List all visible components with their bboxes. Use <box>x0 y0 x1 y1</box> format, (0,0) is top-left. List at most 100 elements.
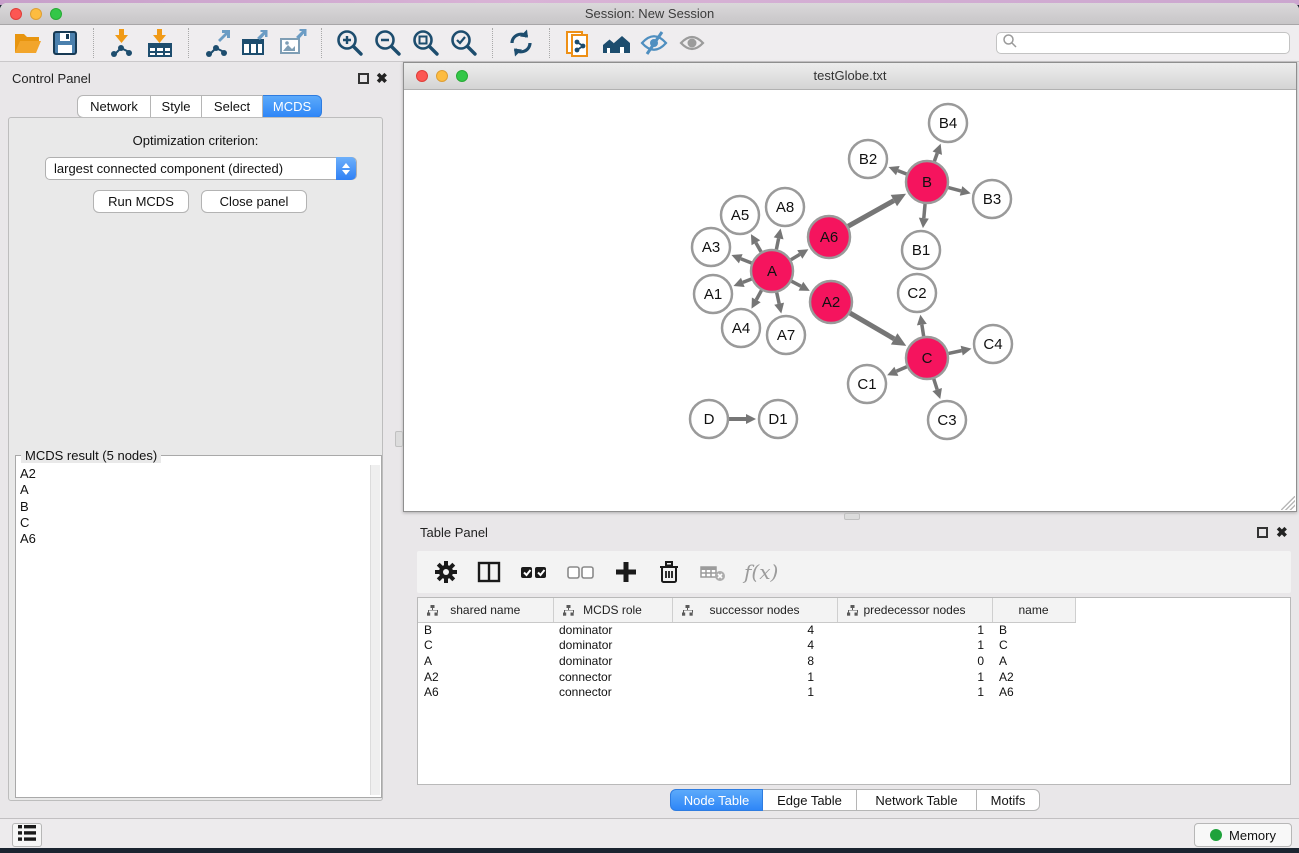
network-edge[interactable] <box>791 254 800 259</box>
network-edge[interactable] <box>743 279 752 282</box>
network-node-B4[interactable]: B4 <box>929 104 967 142</box>
tab-select[interactable]: Select <box>202 95 263 118</box>
network-edge[interactable] <box>777 292 779 303</box>
minimize-window-button[interactable] <box>30 8 42 20</box>
hide-selected-icon[interactable] <box>635 26 673 60</box>
network-node-B[interactable]: B <box>906 161 948 203</box>
tab-style[interactable]: Style <box>151 95 202 118</box>
network-edge[interactable] <box>848 201 894 227</box>
network-edge[interactable] <box>898 171 907 174</box>
column-header-shared-name[interactable]: shared name <box>418 598 553 622</box>
mcds-result-item[interactable]: A <box>20 482 369 498</box>
open-session-icon[interactable] <box>8 26 46 60</box>
refresh-icon[interactable] <box>502 26 540 60</box>
column-header-name[interactable]: name <box>992 598 1075 622</box>
tab-mcds[interactable]: MCDS <box>263 95 322 118</box>
dropdown-stepper-icon[interactable] <box>336 157 356 180</box>
network-node-D[interactable]: D <box>690 400 728 438</box>
network-node-A[interactable]: A <box>751 250 793 292</box>
network-node-A8[interactable]: A8 <box>766 188 804 226</box>
network-node-A5[interactable]: A5 <box>721 196 759 234</box>
zoom-selected-icon[interactable] <box>445 26 483 60</box>
mcds-result-item[interactable]: B <box>20 499 369 515</box>
network-node-B1[interactable]: B1 <box>902 231 940 269</box>
gear-icon[interactable] <box>433 559 459 585</box>
criterion-dropdown[interactable]: largest connected component (directed) <box>45 157 357 180</box>
network-node-C3[interactable]: C3 <box>928 401 966 439</box>
network-node-A6[interactable]: A6 <box>808 216 850 258</box>
table-row[interactable]: Bdominator41B <box>418 622 1075 638</box>
zoom-window-button[interactable] <box>50 8 62 20</box>
node-table-grid[interactable]: shared nameMCDS rolesuccessor nodesprede… <box>418 598 1076 701</box>
table-row[interactable]: Cdominator41C <box>418 638 1075 654</box>
tab-network[interactable]: Network <box>77 95 151 118</box>
network-node-C[interactable]: C <box>906 337 948 379</box>
network-edge[interactable] <box>756 290 761 300</box>
close-window-button[interactable] <box>10 8 22 20</box>
network-edge[interactable] <box>850 313 894 339</box>
tab-edge-table[interactable]: Edge Table <box>763 789 857 811</box>
zoom-fit-icon[interactable] <box>407 26 445 60</box>
vertical-splitter-handle[interactable] <box>395 431 403 447</box>
float-panel-icon[interactable] <box>358 73 369 84</box>
memory-button[interactable]: Memory <box>1194 823 1292 847</box>
network-node-A2[interactable]: A2 <box>810 281 852 323</box>
add-column-icon[interactable] <box>613 559 639 585</box>
import-network-icon[interactable] <box>103 26 141 60</box>
mcds-result-list[interactable]: A2ABCA6 <box>20 466 369 795</box>
network-canvas[interactable]: B4 B2 B B3 A5A8A6 A3 A B1 C2 A1 A2 A4A7 C4 C C1 C3 D D1 <box>404 90 1296 511</box>
mcds-result-scrollbar[interactable] <box>370 465 380 795</box>
network-node-B3[interactable]: B3 <box>973 180 1011 218</box>
network-edge[interactable] <box>791 281 800 286</box>
network-edge[interactable] <box>776 238 778 249</box>
save-session-icon[interactable] <box>46 26 84 60</box>
export-table-icon[interactable] <box>236 26 274 60</box>
network-edge[interactable] <box>924 204 925 218</box>
network-node-C4[interactable]: C4 <box>974 325 1012 363</box>
close-panel-icon[interactable]: ✖ <box>376 70 388 86</box>
mcds-result-item[interactable]: A2 <box>20 466 369 482</box>
deselect-all-icon[interactable] <box>566 559 596 585</box>
network-zoom-button[interactable] <box>456 70 468 82</box>
table-close-panel-icon[interactable]: ✖ <box>1276 524 1288 540</box>
network-edge[interactable] <box>948 188 961 191</box>
mcds-result-item[interactable]: A6 <box>20 531 369 547</box>
table-row[interactable]: Adominator80A <box>418 654 1075 670</box>
network-node-C1[interactable]: C1 <box>848 365 886 403</box>
network-edge[interactable] <box>922 325 924 337</box>
network-file-icon[interactable] <box>559 26 597 60</box>
network-node-A1[interactable]: A1 <box>694 275 732 313</box>
column-header-successor-nodes[interactable]: successor nodes <box>672 598 837 622</box>
run-mcds-button[interactable]: Run MCDS <box>93 190 189 213</box>
tab-network-table[interactable]: Network Table <box>857 789 977 811</box>
network-edge[interactable] <box>949 351 962 354</box>
import-table-icon[interactable] <box>141 26 179 60</box>
network-node-B2[interactable]: B2 <box>849 140 887 178</box>
task-history-button[interactable] <box>12 823 42 847</box>
export-image-icon[interactable] <box>274 26 312 60</box>
zoom-in-icon[interactable] <box>331 26 369 60</box>
network-node-A7[interactable]: A7 <box>767 316 805 354</box>
table-row[interactable]: A2connector11A2 <box>418 670 1075 686</box>
table-float-panel-icon[interactable] <box>1257 527 1268 538</box>
first-neighbors-icon[interactable] <box>597 26 635 60</box>
close-panel-button[interactable]: Close panel <box>201 190 307 213</box>
zoom-out-icon[interactable] <box>369 26 407 60</box>
select-all-icon[interactable] <box>519 559 549 585</box>
table-row[interactable]: A6connector11A6 <box>418 685 1075 701</box>
resize-grip-icon[interactable] <box>1281 496 1295 510</box>
column-header-MCDS-role[interactable]: MCDS role <box>553 598 672 622</box>
network-node-D1[interactable]: D1 <box>759 400 797 438</box>
network-edge[interactable] <box>934 153 937 161</box>
mcds-result-item[interactable]: C <box>20 515 369 531</box>
tab-node-table[interactable]: Node Table <box>670 789 763 811</box>
network-node-C2[interactable]: C2 <box>898 274 936 312</box>
network-edge[interactable] <box>896 367 906 372</box>
delete-column-icon[interactable] <box>656 559 682 585</box>
network-node-A3[interactable]: A3 <box>692 228 730 266</box>
column-layout-icon[interactable] <box>476 559 502 585</box>
tab-motifs[interactable]: Motifs <box>977 789 1040 811</box>
network-close-button[interactable] <box>416 70 428 82</box>
network-node-A4[interactable]: A4 <box>722 309 760 347</box>
network-edge[interactable] <box>934 379 937 390</box>
